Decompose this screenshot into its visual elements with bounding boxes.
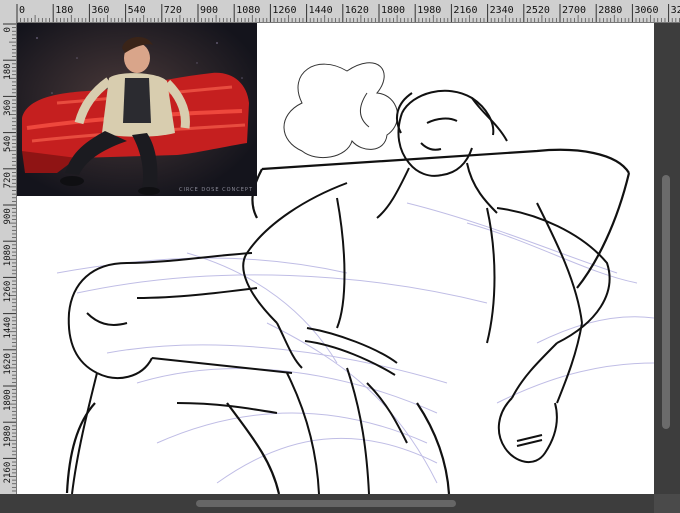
sofa-outline bbox=[65, 148, 631, 494]
ruler-label: 0 bbox=[19, 5, 25, 16]
ruler-label: 3060 bbox=[634, 5, 658, 16]
ruler-label: 360 bbox=[3, 100, 13, 116]
reference-watermark: CIRCE DOSE CONCEPT bbox=[179, 187, 253, 193]
vertical-scroll-thumb[interactable] bbox=[662, 175, 670, 429]
ruler-label: 1980 bbox=[417, 5, 441, 16]
ruler-label: 540 bbox=[3, 136, 13, 152]
smoke-outline bbox=[283, 62, 398, 159]
ruler-label: 2160 bbox=[3, 462, 13, 484]
ruler-label: 3240 bbox=[671, 5, 680, 16]
ruler-label: 2340 bbox=[490, 5, 514, 16]
reference-painting: CIRCE DOSE CONCEPT bbox=[17, 23, 257, 196]
construction-lines bbox=[56, 202, 654, 484]
drawing-canvas[interactable]: CIRCE DOSE CONCEPT bbox=[17, 23, 654, 494]
ruler-label: 900 bbox=[3, 208, 13, 224]
ruler-label: 720 bbox=[164, 5, 182, 16]
ruler-label: 1080 bbox=[236, 5, 260, 16]
ruler-horizontal-ticks: 0 180 360 540 720 900 1080 1260 1440 1620 1800 1980… bbox=[16, 4, 680, 22]
ruler-vertical-ticks: 0 180 360 540 720 900 1080 1260 1440 1620 1800 1980… bbox=[3, 23, 16, 499]
ruler-label: 2700 bbox=[562, 5, 586, 16]
ruler-label: 2520 bbox=[526, 5, 550, 16]
ruler-label: 720 bbox=[3, 172, 13, 188]
reference-image[interactable]: CIRCE DOSE CONCEPT bbox=[17, 23, 257, 196]
ruler-label: 2160 bbox=[453, 5, 477, 16]
ruler-label: 1440 bbox=[3, 317, 13, 339]
ruler-label: 540 bbox=[128, 5, 146, 16]
ruler-label: 1620 bbox=[3, 353, 13, 375]
horizontal-scrollbar[interactable] bbox=[0, 494, 654, 513]
ruler-label: 0 bbox=[3, 27, 13, 32]
ruler-label: 180 bbox=[55, 5, 73, 16]
vertical-scrollbar[interactable] bbox=[654, 23, 680, 494]
ruler-vertical: 0 180 360 540 720 900 1080 1260 1440 1620 1800 1980… bbox=[0, 22, 17, 499]
ruler-label: 2880 bbox=[598, 5, 622, 16]
ruler-label: 1980 bbox=[3, 426, 13, 448]
ruler-label: 1620 bbox=[345, 5, 369, 16]
ruler-label: 1440 bbox=[309, 5, 333, 16]
ruler-label: 900 bbox=[200, 5, 218, 16]
ruler-label: 1080 bbox=[3, 245, 13, 267]
ruler-label: 180 bbox=[3, 63, 13, 79]
horizontal-scroll-thumb[interactable] bbox=[196, 500, 456, 507]
ruler-label: 1260 bbox=[272, 5, 296, 16]
ruler-label: 1800 bbox=[3, 389, 13, 411]
ruler-label: 360 bbox=[91, 5, 109, 16]
ruler-label: 1260 bbox=[3, 281, 13, 303]
ruler-horizontal: 0 180 360 540 720 900 1080 1260 1440 1620 1800 1980… bbox=[0, 0, 680, 23]
ruler-label: 1800 bbox=[381, 5, 405, 16]
